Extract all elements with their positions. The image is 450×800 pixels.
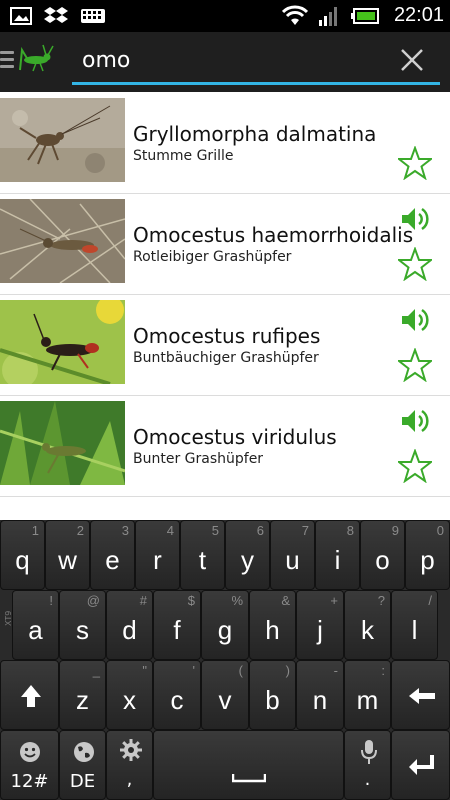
star-icon[interactable] xyxy=(398,146,432,180)
key-g[interactable]: % g xyxy=(201,590,249,660)
dropbox-icon xyxy=(44,7,68,23)
grasshopper-photo xyxy=(0,401,125,485)
species-common-name: Bunter Grashüpfer xyxy=(133,451,264,467)
speaker-icon[interactable] xyxy=(400,205,430,233)
key-i[interactable]: 8i xyxy=(315,520,360,590)
species-latin-name: Omocestus viridulus xyxy=(133,425,337,449)
key-r[interactable]: 4r xyxy=(135,520,180,590)
key-q[interactable]: 1q xyxy=(0,520,45,590)
grasshopper-photo xyxy=(0,199,125,283)
species-latin-name: Omocestus rufipes xyxy=(133,324,321,348)
speaker-icon[interactable] xyxy=(400,306,430,334)
close-icon[interactable] xyxy=(398,46,426,74)
status-bar: 22:01 xyxy=(0,0,450,32)
species-latin-name: Omocestus haemorrhoidalis xyxy=(133,223,414,247)
species-common-name: Stumme Grille xyxy=(133,148,234,164)
species-common-name: Buntbäuchiger Grashüpfer xyxy=(133,350,319,366)
key-v[interactable]: (v xyxy=(201,660,249,730)
key-m[interactable]: :m xyxy=(344,660,391,730)
clock: 22:01 xyxy=(393,4,444,26)
shift-arrow-icon xyxy=(21,685,41,707)
battery-icon xyxy=(350,7,379,24)
species-latin-name: Gryllomorpha dalmatina xyxy=(133,122,377,146)
gear-icon xyxy=(120,739,142,761)
key-n[interactable]: -n xyxy=(296,660,344,730)
key-l[interactable]: / l xyxy=(391,590,438,660)
keyboard-icon xyxy=(81,9,105,23)
list-item[interactable]: Omocestus rufipes Buntbäuchiger Grashüpf… xyxy=(0,294,450,396)
key-a[interactable]: ! a xyxy=(12,590,59,660)
results-list: Gryllomorpha dalmatina Stumme Grille Omo… xyxy=(0,92,450,520)
voice-period-key[interactable]: . xyxy=(344,730,391,800)
star-icon[interactable] xyxy=(398,449,432,483)
smiley-icon xyxy=(20,742,40,762)
grasshopper-logo-icon[interactable] xyxy=(18,44,54,74)
backspace-key[interactable] xyxy=(391,660,450,730)
star-icon[interactable] xyxy=(398,348,432,382)
grasshopper-photo xyxy=(0,300,125,384)
shift-key[interactable] xyxy=(0,660,59,730)
species-common-name: Rotleibiger Grashüpfer xyxy=(133,249,292,265)
signal-icon xyxy=(318,6,337,26)
key-f[interactable]: $ f xyxy=(153,590,201,660)
settings-comma-key[interactable]: , xyxy=(106,730,153,800)
speaker-icon[interactable] xyxy=(400,407,430,435)
key-k[interactable]: ? k xyxy=(344,590,391,660)
space-bar-icon xyxy=(232,774,266,783)
key-c[interactable]: ' c xyxy=(153,660,201,730)
backspace-icon xyxy=(409,688,435,704)
gallery-icon xyxy=(10,7,32,25)
key-z[interactable]: _ z xyxy=(59,660,106,730)
key-w[interactable]: 2w xyxy=(45,520,90,590)
key-d[interactable]: # d xyxy=(106,590,153,660)
key-j[interactable]: + j xyxy=(296,590,344,660)
globe-icon xyxy=(74,742,94,762)
key-u[interactable]: 7u xyxy=(270,520,315,590)
enter-key[interactable] xyxy=(391,730,450,800)
search-field[interactable] xyxy=(72,42,440,85)
language-key[interactable]: DE xyxy=(59,730,106,800)
list-item[interactable]: Omocestus haemorrhoidalis Rotleibiger Gr… xyxy=(0,193,450,295)
key-e[interactable]: 3e xyxy=(90,520,135,590)
key-p[interactable]: 0p xyxy=(405,520,450,590)
space-key[interactable] xyxy=(153,730,344,800)
search-input[interactable] xyxy=(72,42,392,78)
key-y[interactable]: 6y xyxy=(225,520,270,590)
microphone-icon xyxy=(361,740,377,764)
key-x[interactable]: " x xyxy=(106,660,153,730)
key-o[interactable]: 9o xyxy=(360,520,405,590)
key-h[interactable]: & h xyxy=(249,590,296,660)
emoji-key[interactable]: 12# xyxy=(0,730,59,800)
wifi-icon xyxy=(281,5,308,25)
key-t[interactable]: 5t xyxy=(180,520,225,590)
action-bar xyxy=(0,32,450,92)
star-icon[interactable] xyxy=(398,247,432,281)
key-s[interactable]: @ s xyxy=(59,590,106,660)
enter-arrow-icon xyxy=(409,755,434,775)
key-b[interactable]: ) b xyxy=(249,660,296,730)
list-item[interactable]: Gryllomorpha dalmatina Stumme Grille xyxy=(0,92,450,194)
cricket-photo xyxy=(0,98,125,182)
hamburger-icon[interactable] xyxy=(0,51,14,72)
list-item[interactable]: Omocestus viridulus Bunter Grashüpfer xyxy=(0,395,450,497)
